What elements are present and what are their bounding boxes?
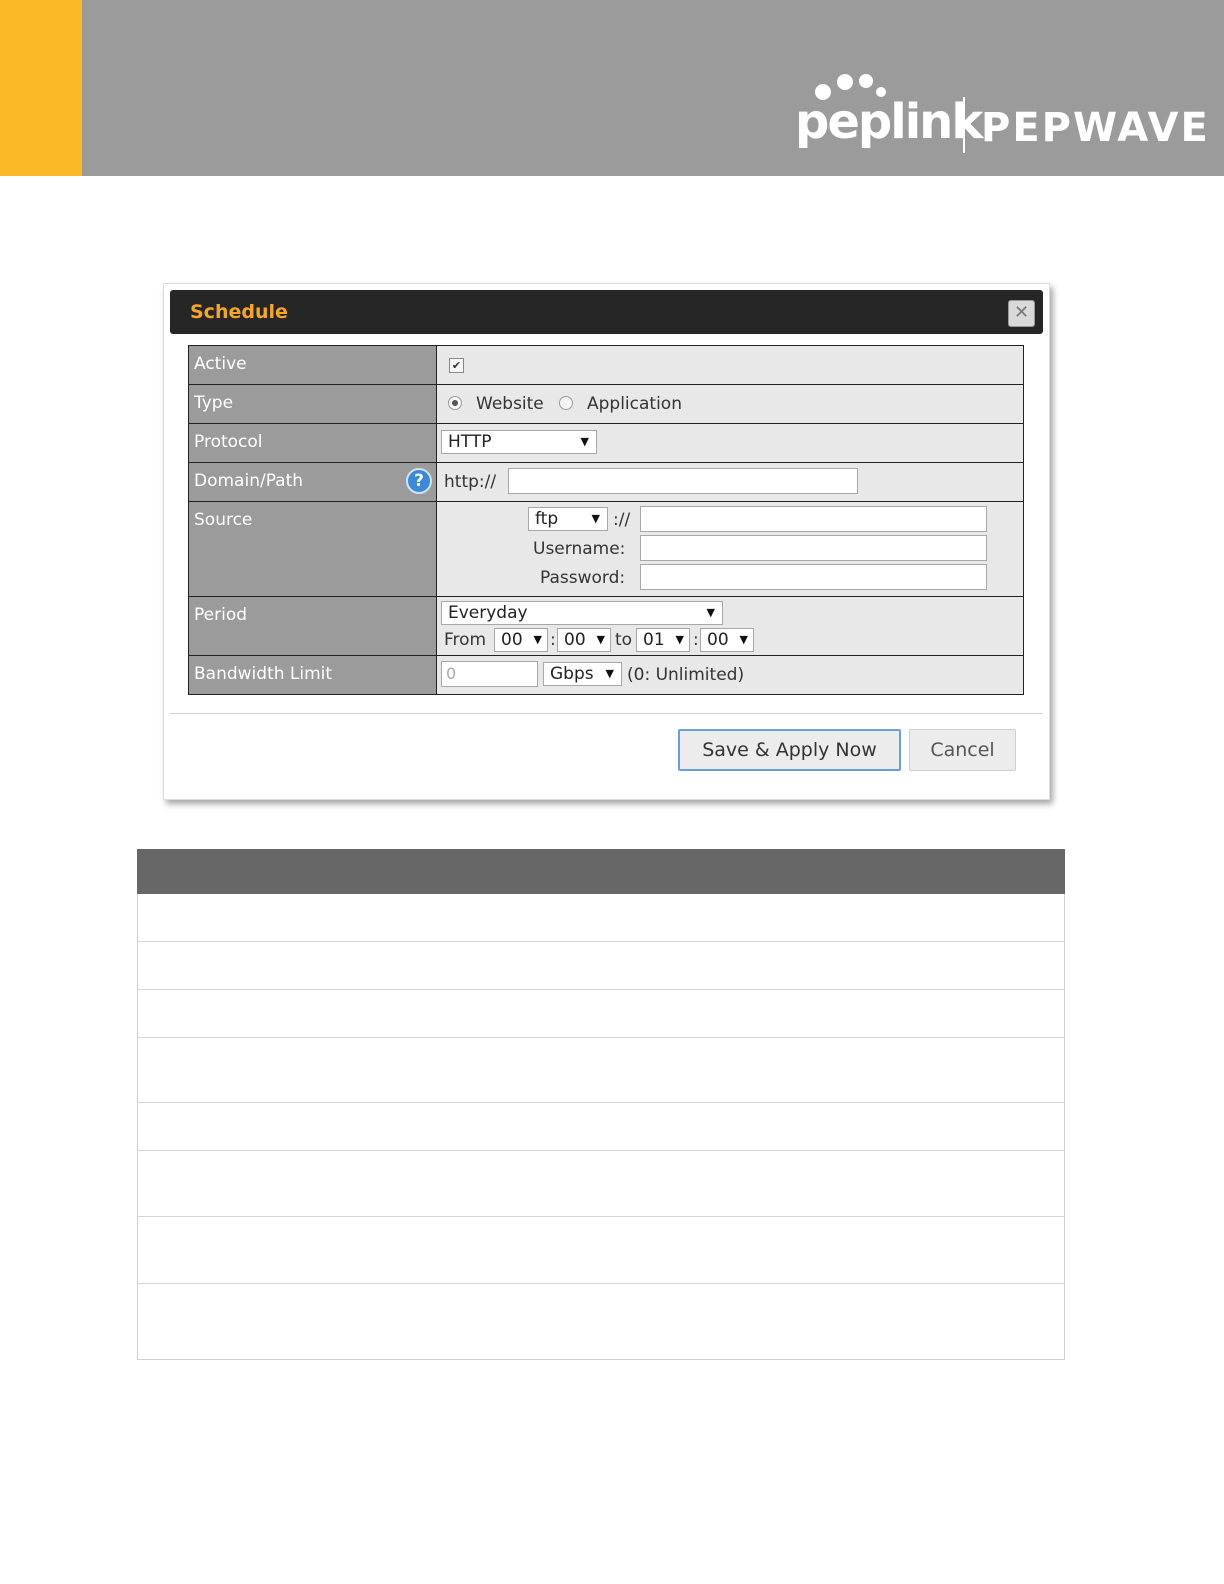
period-value: Everyday: [448, 603, 528, 623]
table-row: [137, 990, 1065, 1038]
radio-application-label: Application: [587, 394, 682, 414]
protocol-select[interactable]: HTTP ▼: [441, 430, 597, 454]
dialog-title: Schedule: [190, 301, 288, 323]
to-minute-value: 00: [707, 630, 729, 650]
source-scheme-value: ftp: [535, 509, 559, 529]
dialog-title-bar: Schedule ✕: [170, 290, 1043, 334]
bandwidth-input[interactable]: 0: [441, 661, 538, 687]
source-scheme-select[interactable]: ftp ▼: [528, 507, 608, 531]
radio-website-label: Website: [476, 394, 544, 414]
to-label: to: [615, 630, 633, 650]
bandwidth-unit-select[interactable]: Gbps ▼: [543, 662, 622, 686]
table-row: [137, 894, 1065, 942]
from-hour-value: 00: [501, 630, 523, 650]
label-period: Period: [188, 596, 437, 656]
to-hour-value: 01: [643, 630, 665, 650]
chevron-down-icon: ▼: [596, 633, 605, 646]
row-source: Source ftp ▼ :// Username: Password:: [188, 501, 1024, 597]
label-type: Type: [188, 384, 437, 424]
row-protocol: Protocol HTTP ▼: [188, 423, 1024, 463]
logo-separator: [963, 97, 965, 153]
radio-website[interactable]: [448, 396, 462, 410]
table-row: [137, 1284, 1065, 1360]
cancel-button[interactable]: Cancel: [909, 729, 1016, 771]
table-header: [137, 849, 1065, 894]
bandwidth-hint: (0: Unlimited): [627, 665, 745, 685]
from-hour-select[interactable]: 00 ▼: [494, 628, 548, 652]
radio-application[interactable]: [559, 396, 573, 410]
colon-1: :: [550, 630, 556, 650]
label-source: Source: [188, 501, 437, 597]
table-row: [137, 942, 1065, 990]
row-active: Active ✔: [188, 345, 1024, 385]
table-row: [137, 1038, 1065, 1103]
domain-input[interactable]: [508, 468, 858, 494]
close-icon[interactable]: ✕: [1008, 300, 1035, 327]
active-checkbox[interactable]: ✔: [449, 358, 464, 373]
chevron-down-icon: ▼: [591, 512, 600, 525]
table-row: [137, 1217, 1065, 1284]
password-label: Password:: [540, 568, 626, 588]
dialog-divider: [170, 713, 1043, 714]
from-minute-select[interactable]: 00 ▼: [557, 628, 611, 652]
row-domain: Domain/Path ? http://: [188, 462, 1024, 502]
password-input[interactable]: [640, 564, 987, 590]
save-apply-button[interactable]: Save & Apply Now: [678, 729, 901, 771]
schedule-form: Active ✔ Type Website Application Protoc…: [188, 345, 1024, 695]
chevron-down-icon: ▼: [605, 667, 614, 680]
row-period: Period Everyday ▼ From 00 ▼ : 00 ▼ to 01…: [188, 596, 1024, 656]
protocol-value: HTTP: [448, 432, 492, 452]
label-domain: Domain/Path: [194, 471, 304, 491]
chevron-down-icon: ▼: [533, 633, 542, 646]
brand-logo: peplink PEPWAVE: [793, 70, 1208, 160]
header-accent-bar: [0, 0, 82, 176]
to-hour-select[interactable]: 01 ▼: [636, 628, 690, 652]
username-label: Username:: [533, 539, 626, 559]
chevron-down-icon: ▼: [706, 606, 715, 619]
row-bandwidth: Bandwidth Limit 0 Gbps ▼ (0: Unlimited): [188, 655, 1024, 695]
from-label: From: [444, 630, 487, 650]
from-minute-value: 00: [564, 630, 586, 650]
logo-peplink-text: peplink: [795, 94, 983, 150]
reference-table: [137, 849, 1065, 1360]
username-input[interactable]: [640, 535, 987, 561]
logo-pepwave-text: PEPWAVE: [981, 105, 1210, 151]
period-select[interactable]: Everyday ▼: [441, 601, 723, 625]
to-minute-select[interactable]: 00 ▼: [700, 628, 754, 652]
label-protocol: Protocol: [188, 423, 437, 463]
label-bandwidth: Bandwidth Limit: [188, 655, 437, 695]
table-row: [137, 1103, 1065, 1151]
colon-2: :: [693, 630, 699, 650]
source-separator: ://: [613, 510, 631, 530]
bandwidth-unit-value: Gbps: [550, 664, 594, 684]
chevron-down-icon: ▼: [675, 633, 684, 646]
source-url-input[interactable]: [640, 506, 987, 532]
schedule-dialog: Schedule ✕ Active ✔ Type Website Applica…: [163, 283, 1050, 800]
help-icon[interactable]: ?: [406, 468, 432, 494]
chevron-down-icon: ▼: [739, 633, 748, 646]
table-row: [137, 1151, 1065, 1217]
chevron-down-icon: ▼: [580, 435, 589, 448]
row-type: Type Website Application: [188, 384, 1024, 424]
domain-prefix: http://: [444, 472, 497, 492]
label-active: Active: [188, 345, 437, 385]
